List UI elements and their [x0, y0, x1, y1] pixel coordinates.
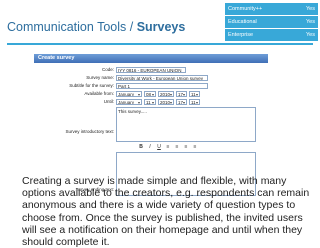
from-day-select[interactable]: 08 — [144, 91, 156, 97]
intro-label: Survey introductory text: — [65, 129, 114, 134]
subtitle-label: Subtitle for the survey: — [69, 83, 114, 88]
survey-name-label: Survey name: — [86, 75, 114, 80]
from-year-select[interactable]: 2010 — [158, 91, 174, 97]
intro-label-wrap: Survey introductory text: — [34, 128, 114, 136]
until-year-select[interactable]: 2010 — [158, 99, 174, 105]
intro-text-editor[interactable]: This survey..... — [116, 107, 256, 142]
page-title: Communication Tools / Surveys — [7, 20, 185, 34]
code-label-wrap: Code: — [34, 66, 114, 74]
bold-button[interactable]: B — [138, 144, 144, 150]
underline-button[interactable]: U — [156, 144, 162, 150]
edition-availability-table: Community++ Yes Educational Yes Enterpri… — [225, 3, 318, 42]
feature-description: Creating a survey is made simple and fle… — [22, 175, 310, 248]
edition-name: Enterprise — [225, 28, 293, 42]
survey-name-label-wrap: Survey name: — [34, 74, 114, 82]
align-right-button[interactable]: ≡ — [183, 144, 189, 150]
title-divider — [7, 43, 313, 45]
edition-row: Educational Yes — [225, 15, 318, 29]
from-month-select[interactable]: January — [116, 91, 142, 97]
until-month-select[interactable]: January — [116, 99, 142, 105]
until-hour-select[interactable]: 17 — [176, 99, 187, 105]
from-minute-select[interactable]: 11 — [189, 91, 200, 97]
edition-row: Community++ Yes — [225, 3, 318, 16]
available-from-label-wrap: Available from: — [34, 90, 114, 98]
italic-button[interactable]: I — [147, 144, 153, 150]
edition-name: Community++ — [225, 3, 293, 16]
code-label: Code: — [101, 67, 114, 72]
edition-value: Yes — [292, 3, 318, 16]
subtitle-label-wrap: Subtitle for the survey: — [34, 82, 114, 90]
subtitle-field[interactable]: Part 1 — [116, 83, 208, 89]
edition-row: Enterprise Yes — [225, 28, 318, 42]
title-page: Surveys — [136, 20, 186, 34]
until-label-wrap: Until: — [34, 98, 114, 106]
available-from-label: Available from: — [84, 91, 114, 96]
title-section: Communication Tools / — [7, 20, 137, 34]
code-field[interactable]: IYY 0816 - EUROPEAN UNION — [116, 67, 186, 73]
editor-toolbar: B I U ≡ ≡ ≡ ≡ — [138, 143, 198, 150]
justify-button[interactable]: ≡ — [192, 144, 198, 150]
until-minute-select[interactable]: 11 — [189, 99, 200, 105]
edition-name: Educational — [225, 15, 293, 29]
edition-value: Yes — [292, 15, 318, 29]
edition-value: Yes — [292, 28, 318, 42]
align-left-button[interactable]: ≡ — [165, 144, 171, 150]
until-label: Until: — [103, 99, 114, 104]
from-hour-select[interactable]: 17 — [176, 91, 187, 97]
intro-text: This survey..... — [118, 109, 147, 114]
until-day-select[interactable]: 11 — [144, 99, 156, 105]
survey-name-field[interactable]: Diversity at Work - European Union surve… — [116, 75, 208, 81]
create-survey-heading: Create survey — [34, 54, 268, 63]
align-center-button[interactable]: ≡ — [174, 144, 180, 150]
